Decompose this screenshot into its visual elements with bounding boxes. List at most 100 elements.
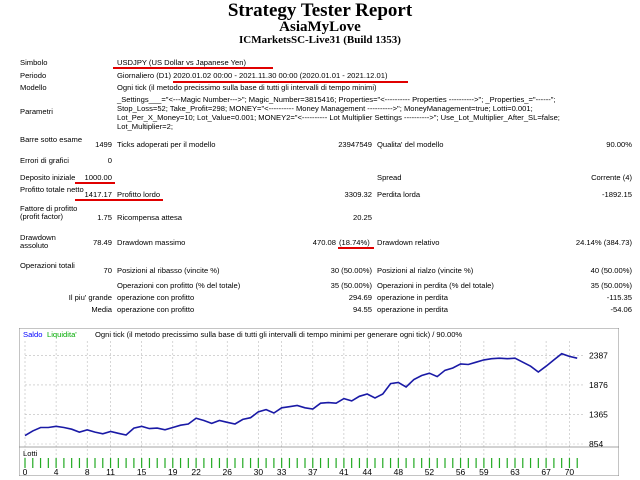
parametri-label: Parametri <box>20 107 53 116</box>
dd-assoluto-value: 78.49 <box>92 238 112 247</box>
parametri-line-2: Stop_Loss=52; Take_Profit=298; MONEY="<-… <box>117 104 533 113</box>
grande-perdita-value: -115.35 <box>606 293 632 302</box>
op-perdita-value: 35 (50.00%) <box>590 281 632 290</box>
lot-bar <box>288 458 291 468</box>
balance-chart: 8541365187623870 4 8 11 15 19 22 26 30 33 37 41 44 48… <box>19 328 619 476</box>
lot-bar <box>234 458 236 468</box>
lot-bar <box>242 458 244 468</box>
x-tick-label: 4 <box>54 467 59 476</box>
legend-model: Ogni tick (il metodo precissimo sulla ba… <box>95 330 462 339</box>
x-tick-label: 26 <box>222 467 232 476</box>
perdita-lorda-value: -1892.15 <box>602 190 632 199</box>
lot-bar <box>475 458 477 468</box>
y-tick-label: 854 <box>589 439 603 449</box>
lot-bar <box>94 458 96 468</box>
lot-bar <box>444 458 446 468</box>
media-label: Media <box>91 305 112 314</box>
dd-massimo-label: Drawdown massimo <box>117 238 186 247</box>
lot-bar <box>71 458 73 468</box>
lot-bar <box>335 458 337 468</box>
lot-bar <box>553 458 555 468</box>
lot-bar <box>389 458 392 468</box>
piu-grande-label: Il piu' grande <box>68 293 112 302</box>
deposito-label: Deposito iniziale <box>20 173 76 182</box>
lot-bar <box>351 458 353 468</box>
profitto-lordo-label: Profitto lordo <box>117 190 161 199</box>
lot-bar <box>187 458 189 468</box>
simbolo-label: Simbolo <box>20 58 48 67</box>
grande-perdita-label: operazione in perdita <box>377 293 448 302</box>
lot-bar <box>467 458 469 468</box>
lot-bar <box>413 458 415 468</box>
modello-value: Ogni tick (il metodo precissimo sulla ba… <box>117 83 377 92</box>
barre-label: Barre sotto esame <box>20 135 83 144</box>
lots-label: Lotti <box>23 449 38 458</box>
deposito-underline <box>75 182 115 184</box>
x-tick-label: 52 <box>425 467 435 476</box>
fattore-value: 1.75 <box>97 213 112 222</box>
op-profitto-value: 35 (50.00%) <box>330 281 372 290</box>
parametri-line-3: Lot_Per_X_Money=10; Lot_Value=0.001; MON… <box>117 113 560 122</box>
lot-bar <box>537 458 539 468</box>
lot-bar <box>576 458 578 468</box>
simbolo-underline <box>113 67 273 69</box>
x-tick-label: 0 <box>23 467 28 476</box>
op-perdita-label: Operazioni in perdita (% del totale) <box>377 281 494 290</box>
lot-bar <box>211 458 213 468</box>
ticks-label: Ticks adoperati per il modello <box>117 140 216 149</box>
legend-saldo: Saldo <box>23 330 42 339</box>
op-profitto-label: Operazioni con profitto (% del totale) <box>117 281 241 290</box>
lot-bar <box>436 458 438 468</box>
lot-bar <box>125 458 127 468</box>
ribasso-label: Posizioni al ribasso (vincite %) <box>117 266 220 275</box>
y-tick-label: 2387 <box>589 350 608 360</box>
lot-bar <box>382 458 384 468</box>
x-tick-label: 41 <box>339 467 349 476</box>
media-profitto-value: 94.55 <box>352 305 372 314</box>
profitto-netto-value: 1417.17 <box>84 190 112 199</box>
legend-liquidita: Liquidita' <box>47 330 77 339</box>
lot-bar <box>498 458 501 468</box>
profitto-lordo-value: 3309.32 <box>344 190 372 199</box>
dd-assoluto-label: Drawdown assoluto <box>20 233 56 250</box>
lot-bar <box>133 458 135 468</box>
spread-value: Corrente (4) <box>591 173 632 182</box>
ribasso-value: 30 (50.00%) <box>330 266 372 275</box>
x-tick-label: 56 <box>456 467 466 476</box>
lot-bar <box>506 458 508 468</box>
x-tick-label: 37 <box>308 467 318 476</box>
lot-bar <box>102 458 104 468</box>
lot-bar <box>148 458 151 468</box>
errori-value: 0 <box>107 156 112 165</box>
simbolo-value: USDJPY (US Dollar vs Japanese Yen) <box>117 58 247 67</box>
x-tick-label: 30 <box>254 467 264 476</box>
chart-frame <box>19 328 619 476</box>
x-tick-label: 19 <box>168 467 178 476</box>
grande-profitto-value: 294.69 <box>348 293 372 302</box>
y-tick-label: 1876 <box>589 380 608 390</box>
lot-bar <box>358 458 361 468</box>
fattore-label: Fattore di profitto (profit factor) <box>20 204 78 221</box>
dd-underline <box>338 247 374 249</box>
dd-relativo-value: 24.14% (384.73) <box>575 238 632 247</box>
y-tick-label: 1365 <box>589 409 608 419</box>
dd-massimo-percent: (18.74%) <box>339 238 370 247</box>
profitto-netto-label: Profitto totale netto <box>20 185 84 194</box>
lot-bar <box>296 458 298 468</box>
x-tick-label: 33 <box>277 467 287 476</box>
x-tick-label: 15 <box>137 467 147 476</box>
x-tick-label: 22 <box>191 467 201 476</box>
lot-bar <box>405 458 407 468</box>
rialzo-label: Posizioni al rialzo (vincite %) <box>377 266 474 275</box>
x-tick-label: 8 <box>85 467 90 476</box>
lot-bar <box>203 458 205 468</box>
media-profitto-label: operazione con profitto <box>117 305 195 314</box>
lot-bar <box>164 458 166 468</box>
ricompensa-value: 20.25 <box>352 213 372 222</box>
rialzo-value: 40 (50.00%) <box>590 266 632 275</box>
ticks-value: 23947549 <box>338 140 372 149</box>
lot-bar <box>491 458 493 468</box>
x-tick-label: 48 <box>394 467 404 476</box>
errori-label: Errori di grafici <box>20 156 69 165</box>
lot-bar <box>39 458 42 468</box>
